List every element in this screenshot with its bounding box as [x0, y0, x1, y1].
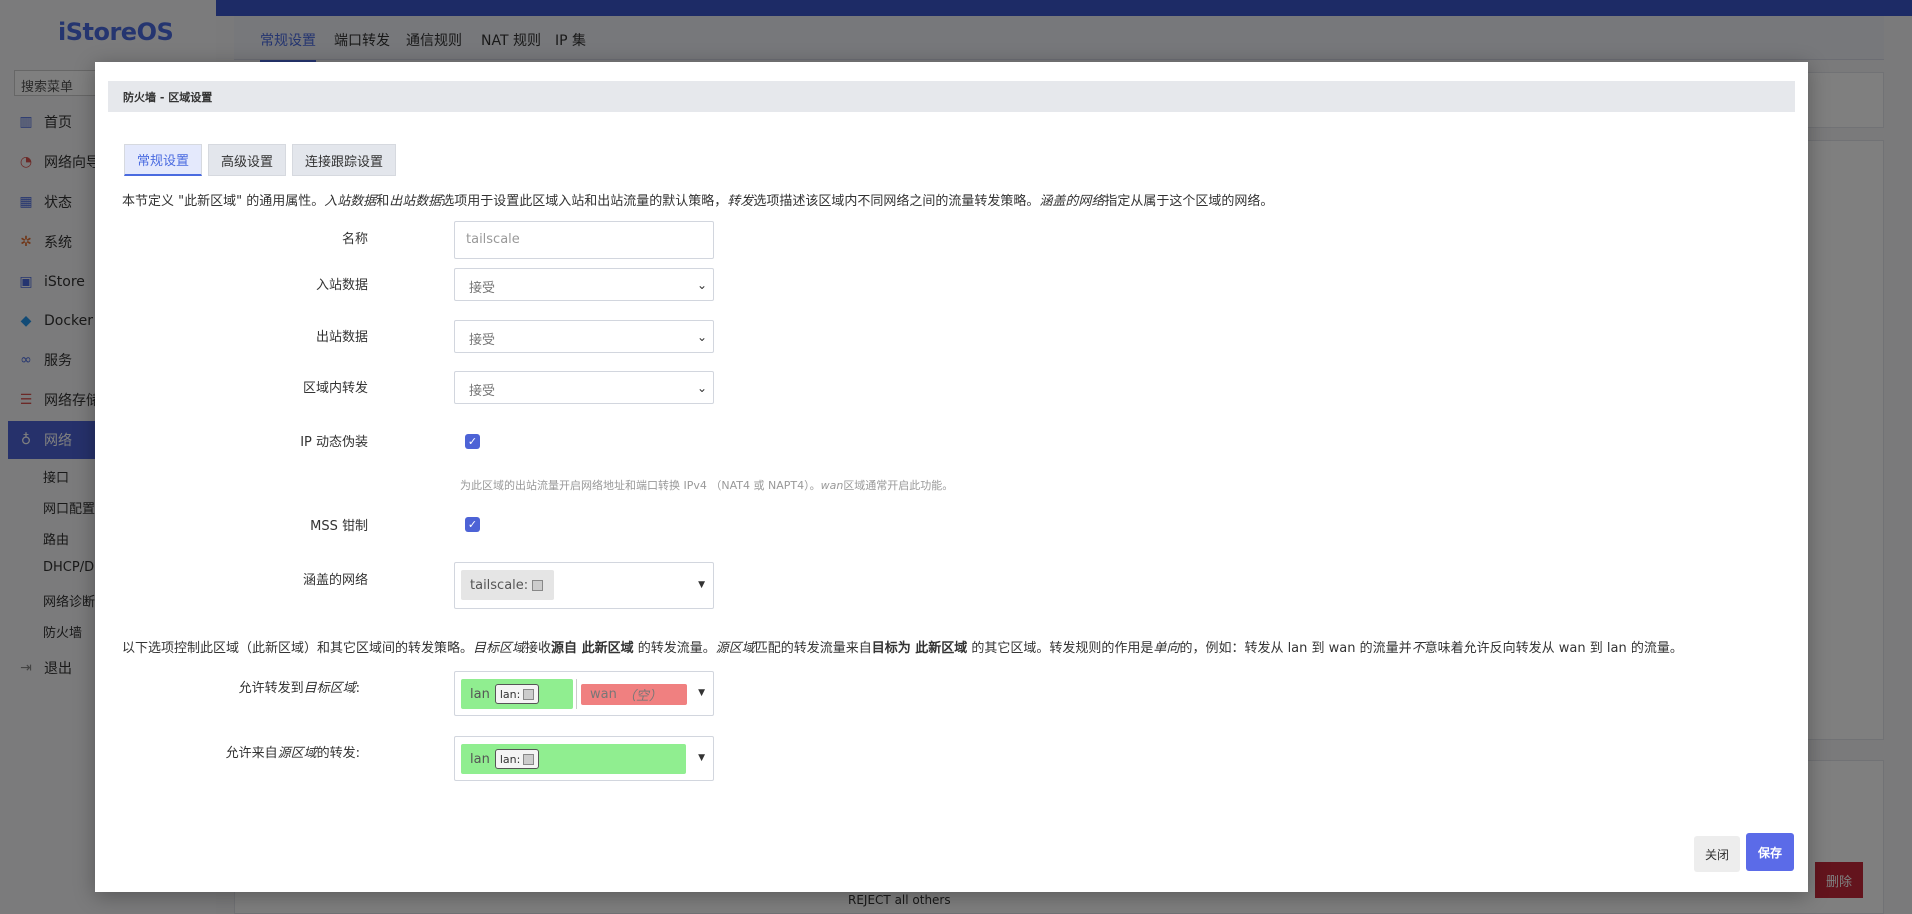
src-zones-multiselect[interactable]: lan lan: ▼ [454, 736, 714, 781]
chevron-down-icon: ⌄ [696, 330, 707, 344]
dropdown-arrow-icon: ▼ [698, 688, 705, 698]
modal-tab-general[interactable]: 常规设置 [124, 144, 203, 176]
network-icon [523, 688, 535, 700]
modal-title: 防火墙 - 区域设置 [108, 81, 1795, 112]
forward-policy-select[interactable]: 接受 ⌄ [454, 371, 714, 404]
modal-tabs: 常规设置 高级设置 连接跟踪设置 [124, 144, 397, 176]
output-policy-label: 出站数据 [315, 330, 368, 345]
dropdown-arrow-icon: ▼ [698, 753, 705, 763]
chevron-down-icon: ⌄ [696, 278, 707, 292]
chip-divider [576, 679, 577, 709]
zone-chip-lan: lan lan: [461, 744, 686, 774]
output-policy-select[interactable]: 接受 ⌄ [454, 320, 714, 353]
networks-multiselect[interactable]: tailscale: ▼ [454, 562, 714, 609]
network-icon [523, 753, 535, 765]
name-label: 名称 [341, 232, 368, 247]
close-button[interactable]: 关闭 [1694, 836, 1740, 872]
masq-hint: 为此区域的出站流量开启网络地址和端口转换 IPv4 （NAT4 或 NAPT4）… [460, 479, 954, 492]
mss-label: MSS 钳制 [310, 519, 368, 534]
modal-tab-conntrack[interactable]: 连接跟踪设置 [292, 144, 397, 176]
networks-label: 涵盖的网络 [302, 573, 368, 588]
forward-policy-label: 区域内转发 [302, 381, 368, 396]
save-button[interactable]: 保存 [1746, 833, 1794, 871]
zone-chip-wan: wan （空） [581, 684, 687, 705]
mss-checkbox[interactable]: ✓ [465, 517, 480, 532]
dropdown-arrow-icon: ▼ [698, 580, 705, 590]
input-policy-select[interactable]: 接受 ⌄ [454, 268, 714, 301]
network-chip-tailscale: tailscale: [461, 570, 554, 600]
modal-tab-advanced[interactable]: 高级设置 [208, 144, 287, 176]
input-policy-label: 入站数据 [315, 278, 368, 293]
zone-chip-lan: lan lan: [461, 679, 573, 709]
masq-checkbox[interactable]: ✓ [465, 434, 480, 449]
general-settings-panel: 本节定义 "此新区域" 的通用属性。入站数据和出站数据选项用于设置此区域入站和出… [108, 177, 1795, 805]
zone-description: 本节定义 "此新区域" 的通用属性。入站数据和出站数据选项用于设置此区域入站和出… [122, 194, 1274, 209]
masq-label: IP 动态伪装 [300, 435, 368, 450]
lan-tag: lan: [494, 684, 540, 704]
name-input[interactable]: tailscale [454, 221, 714, 259]
network-icon [532, 579, 544, 591]
lan-tag: lan: [494, 749, 540, 769]
zone-settings-modal: 防火墙 - 区域设置 常规设置 高级设置 连接跟踪设置 本节定义 "此新区域" … [95, 62, 1808, 892]
dest-zones-multiselect[interactable]: lan lan: wan （空） ▼ [454, 671, 714, 716]
dest-zones-label: 允许转发到目标区域: [238, 681, 360, 696]
forwarding-description: 以下选项控制此区域（此新区域）和其它区域间的转发策略。目标区域接收源自 此新区域… [122, 641, 1683, 656]
chevron-down-icon: ⌄ [696, 381, 707, 395]
src-zones-label: 允许来自源区域的转发: [225, 746, 360, 761]
